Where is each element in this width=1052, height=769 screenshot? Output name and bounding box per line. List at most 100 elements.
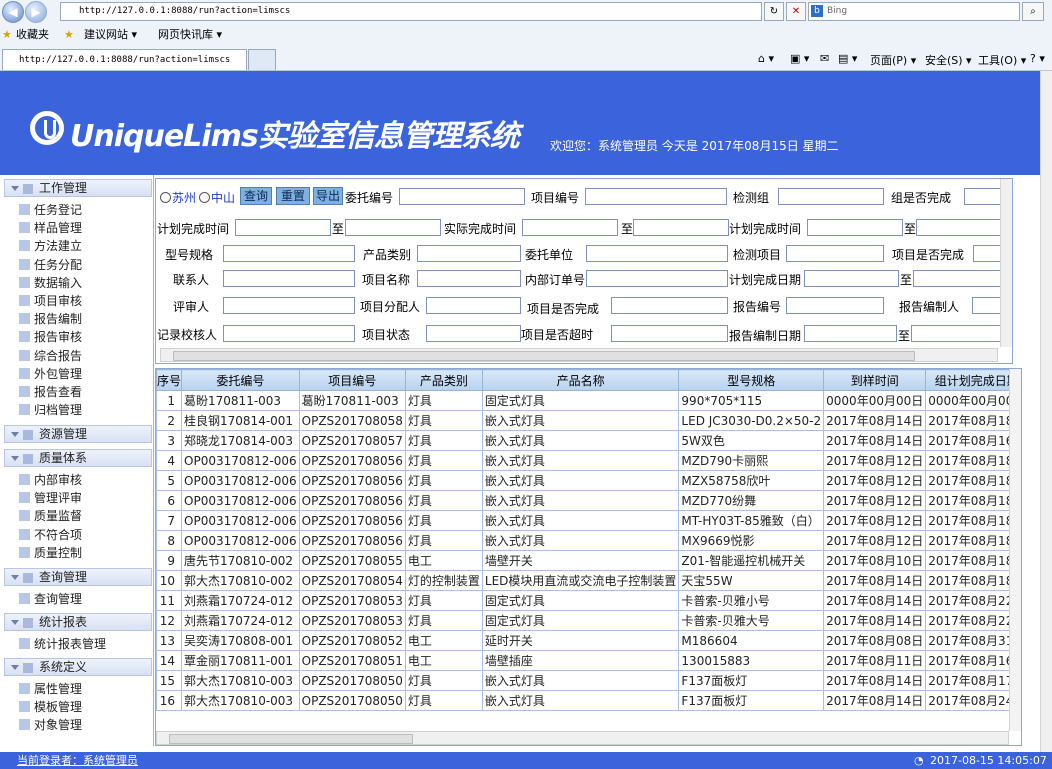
sidebar-item[interactable]: 综合报告	[19, 348, 149, 365]
mail-icon[interactable]: ✉	[820, 52, 829, 65]
table-row[interactable]: 5 OP003170812-006 OPZS201708056 灯具 嵌入式灯具 MZX5…	[156, 470, 1021, 491]
sidebar-item[interactable]: 不符合项	[19, 527, 149, 544]
fav-web-slice[interactable]: 网页快讯库 ▾	[158, 24, 222, 46]
sidebar-item[interactable]: 任务登记	[19, 202, 149, 219]
sidebar-item[interactable]: 样品管理	[19, 220, 149, 237]
reset-button[interactable]: 重置	[276, 187, 310, 205]
column-header[interactable]: 组计划完成日期	[925, 369, 1021, 391]
input-zsfwc[interactable]	[964, 188, 1004, 205]
column-header[interactable]: 产品类别	[404, 369, 483, 391]
input-jhwcsj-from[interactable]	[235, 219, 331, 236]
page-scrollbar[interactable]	[1040, 71, 1052, 752]
input-sjwcsj-from[interactable]	[522, 219, 618, 236]
sidebar-group-3[interactable]: 查询管理	[4, 568, 152, 586]
scroll-thumb[interactable]	[169, 734, 413, 744]
sidebar-item[interactable]: 报告查看	[19, 384, 149, 401]
column-header[interactable]: 产品名称	[481, 369, 680, 391]
column-header[interactable]: 到样时间	[823, 369, 927, 391]
input-jlxhr[interactable]	[223, 325, 355, 342]
new-tab-button[interactable]	[248, 49, 276, 70]
sidebar-item[interactable]: 方法建立	[19, 238, 149, 255]
table-row[interactable]: 9 唐先节170810-002 OPZS201708055 电工 墙壁开关 Z01-智能遥…	[156, 550, 1021, 571]
safety-menu[interactable]: 安全(S) ▾	[925, 52, 972, 68]
sidebar-item[interactable]: 内部审核	[19, 472, 149, 489]
sidebar-group-2[interactable]: 质量体系	[4, 449, 152, 467]
input-wtdw[interactable]	[586, 245, 728, 262]
address-bar[interactable]: http://127.0.0.1:8088/run?action=limscs	[60, 2, 762, 21]
input-sjwcsj-to[interactable]	[633, 219, 729, 236]
favorites-button[interactable]: 收藏夹	[16, 24, 49, 46]
radio-suzhou[interactable]: 苏州	[160, 189, 196, 206]
sidebar-item[interactable]: 模板管理	[19, 699, 149, 716]
sidebar-item[interactable]: 对象管理	[19, 717, 149, 734]
scroll-thumb[interactable]	[173, 351, 915, 361]
input-lxr[interactable]	[223, 270, 355, 287]
home-icon[interactable]: ⌂ ▾	[758, 52, 774, 65]
export-button[interactable]: 导出	[313, 187, 343, 205]
table-row[interactable]: 12 刘燕霜170724-012 OPZS201708053 灯具 固定式灯具 卡普索-贝…	[156, 610, 1021, 631]
table-row[interactable]: 2 桂良钢170814-001 OPZS201708058 灯具 嵌入式灯具 LED JC…	[156, 410, 1021, 431]
column-header[interactable]: 项目编号	[298, 369, 406, 391]
sidebar-item[interactable]: 外包管理	[19, 366, 149, 383]
input-jhwcrq-from[interactable]	[804, 270, 899, 287]
table-row[interactable]: 14 覃金丽170811-001 OPZS201708051 电工 墙壁插座 130015…	[156, 650, 1021, 671]
input-jhwcrq-to[interactable]	[913, 270, 1004, 287]
table-row[interactable]: 10 郭大杰170810-002 OPZS201708054 灯的控制装置 LED模块用…	[156, 570, 1021, 591]
sidebar-item[interactable]: 质量控制	[19, 545, 149, 562]
sidebar-item[interactable]: 质量监督	[19, 508, 149, 525]
query-button[interactable]: 查询	[240, 187, 272, 205]
sidebar-item[interactable]: 查询管理	[19, 591, 149, 608]
input-xmbh[interactable]	[585, 188, 727, 205]
add-favorite-icon[interactable]: ★	[64, 24, 74, 46]
input-psr[interactable]	[223, 297, 355, 314]
input-bgbzrq-to[interactable]	[911, 325, 1004, 342]
page-menu[interactable]: 页面(P) ▾	[870, 52, 916, 68]
sidebar-item[interactable]: 数据输入	[19, 275, 149, 292]
table-row[interactable]: 15 郭大杰170810-003 OPZS201708050 灯具 嵌入式灯具 F137面…	[156, 670, 1021, 691]
filter-vscrollbar[interactable]	[1000, 179, 1012, 347]
sidebar-item[interactable]: 管理评审	[19, 490, 149, 507]
tools-menu[interactable]: 工具(O) ▾	[978, 52, 1026, 68]
sidebar-item[interactable]: 报告审核	[19, 329, 149, 346]
search-box[interactable]: b Bing	[808, 2, 1020, 21]
browser-tab[interactable]: http://127.0.0.1:8088/run?action=limscs	[2, 49, 247, 70]
input-cplb[interactable]	[417, 245, 521, 262]
print-icon[interactable]: ▤ ▾	[838, 52, 857, 65]
table-row[interactable]: 8 OP003170812-006 OPZS201708056 灯具 嵌入式灯具 MX96…	[156, 530, 1021, 551]
table-row[interactable]: 13 吴奕涛170808-001 OPZS201708052 电工 延时开关 M18660…	[156, 630, 1021, 651]
input-xmsfwc2[interactable]	[611, 297, 728, 314]
column-header[interactable]: 委托编号	[181, 369, 300, 391]
refresh-icon[interactable]: ↻	[764, 2, 784, 21]
forward-icon[interactable]: ▶	[25, 1, 47, 23]
input-xmsfcs[interactable]	[611, 325, 728, 342]
sidebar-item[interactable]: 统计报表管理	[19, 636, 149, 653]
input-jcxm[interactable]	[786, 245, 884, 262]
table-row[interactable]: 16 郭大杰170810-003 OPZS201708050 灯具 嵌入式灯具 F137面…	[156, 690, 1021, 711]
input-jhwcsj2-from[interactable]	[807, 219, 903, 236]
stop-icon[interactable]: ✕	[786, 2, 806, 21]
sidebar-item[interactable]: 归档管理	[19, 402, 149, 419]
column-header[interactable]: 型号规格	[678, 369, 825, 391]
sidebar-group-5[interactable]: 系统定义	[4, 658, 152, 676]
input-xmmc[interactable]	[417, 270, 521, 287]
sidebar-item[interactable]: 任务分配	[19, 257, 149, 274]
sidebar-item[interactable]: 属性管理	[19, 681, 149, 698]
table-row[interactable]: 11 刘燕霜170724-012 OPZS201708053 灯具 固定式灯具 卡普索-贝…	[156, 590, 1021, 611]
input-jhwcsj2-to[interactable]	[916, 219, 1004, 236]
sidebar-group-4[interactable]: 统计报表	[4, 613, 152, 631]
input-wtbh[interactable]	[399, 188, 525, 205]
table-row[interactable]: 7 OP003170812-006 OPZS201708056 灯具 嵌入式灯具 MT-H…	[156, 510, 1021, 531]
sidebar-item[interactable]: 报告编制	[19, 311, 149, 328]
table-row[interactable]: 1 葛盼170811-003 葛盼170811-003 灯具 固定式灯具 990*705*…	[156, 390, 1021, 411]
sidebar-item[interactable]: 项目审核	[19, 293, 149, 310]
sidebar-group-0[interactable]: 工作管理	[4, 179, 152, 197]
sidebar-group-1[interactable]: 资源管理	[4, 425, 152, 443]
radio-zhongshan[interactable]: 中山	[199, 189, 235, 206]
filter-hscrollbar[interactable]	[160, 348, 998, 362]
table-hscrollbar[interactable]	[156, 731, 1009, 745]
table-row[interactable]: 6 OP003170812-006 OPZS201708056 灯具 嵌入式灯具 MZD7…	[156, 490, 1021, 511]
input-jcz[interactable]	[778, 188, 884, 205]
input-xmfpr[interactable]	[426, 297, 521, 314]
table-vscrollbar[interactable]	[1009, 369, 1021, 731]
fav-suggested-sites[interactable]: 建议网站 ▾	[84, 24, 137, 46]
